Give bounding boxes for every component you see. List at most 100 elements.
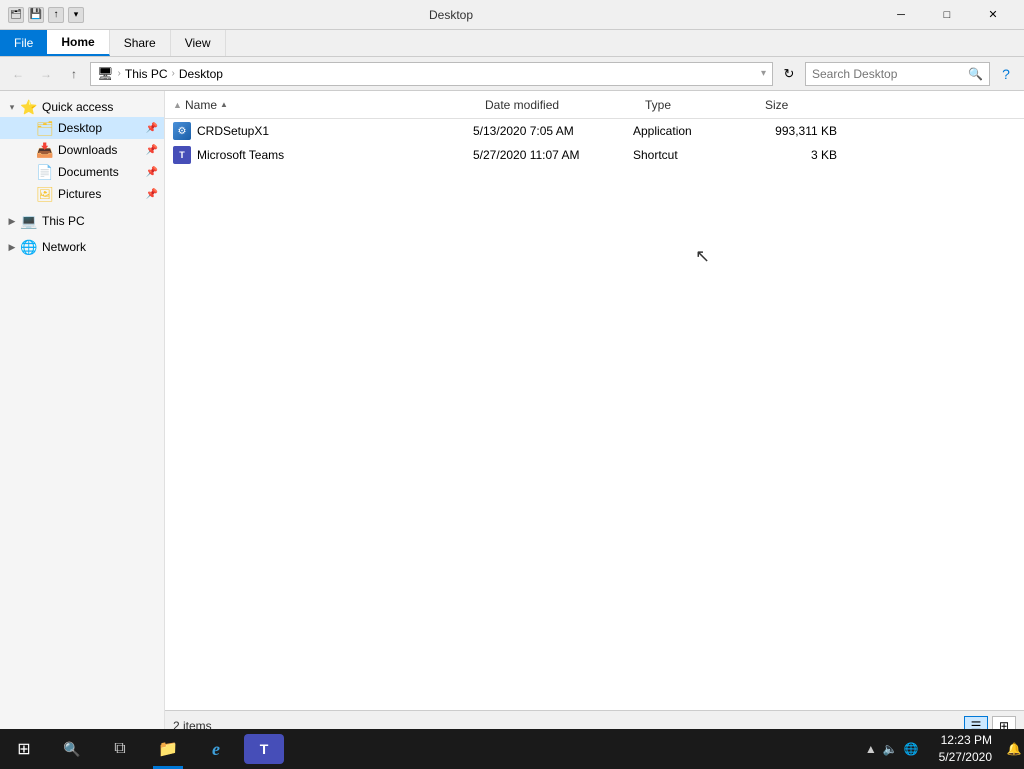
file-type-teams: Shortcut [633, 148, 753, 162]
systray-speaker-icon[interactable]: 🔈 [883, 742, 898, 756]
column-header-name[interactable]: Name ▲ [181, 94, 481, 116]
window-icon: 🗂 [8, 7, 24, 23]
sidebar-item-desktop[interactable]: 🗂 Desktop 📌 [0, 117, 164, 139]
sidebar-pictures-label: Pictures [58, 187, 101, 201]
systray-network-icon[interactable]: 🌐 [904, 742, 919, 756]
taskbar-clock[interactable]: 12:23 PM 5/27/2020 [927, 732, 1004, 766]
taskbar: ⊞ 🔍 ⧉ 📁 e T ▲ 🔈 🌐 12:23 PM 5/27/2020 🔔 [0, 729, 1024, 769]
search-bar[interactable]: 🔍 [805, 62, 990, 86]
search-icon: 🔍 [968, 67, 983, 81]
ribbon: File Home Share View [0, 30, 1024, 57]
desktop-pin-icon: 📌 [146, 123, 158, 134]
column-name-label: Name [185, 98, 217, 112]
sidebar-item-pictures[interactable]: 🖼 Pictures 📌 [0, 183, 164, 205]
network-chevron: ▶ [6, 241, 18, 253]
teams-icon: T [173, 146, 191, 164]
taskbar-taskview-button[interactable]: ⧉ [96, 729, 144, 769]
this-pc-icon: 💻 [20, 213, 38, 229]
close-button[interactable]: ✕ [970, 0, 1016, 30]
documents-folder-icon: 📄 [36, 164, 54, 180]
maximize-button[interactable]: □ [924, 0, 970, 30]
search-input[interactable] [812, 67, 968, 81]
column-header-date[interactable]: Date modified [481, 94, 641, 116]
pictures-folder-icon: 🖼 [36, 186, 54, 202]
notification-button[interactable]: 🔔 [1004, 729, 1024, 769]
path-separator-1: › [118, 68, 121, 79]
main-content: ▾ ⭐ Quick access 🗂 Desktop 📌 📥 Downloads… [0, 91, 1024, 740]
column-header-type[interactable]: Type [641, 94, 761, 116]
file-name-label-crdsetup: CRDSetupX1 [197, 124, 269, 138]
path-this-pc[interactable]: This PC [125, 67, 168, 81]
sidebar: ▾ ⭐ Quick access 🗂 Desktop 📌 📥 Downloads… [0, 91, 165, 740]
up-button[interactable]: ↑ [62, 62, 86, 86]
file-name-label-teams: Microsoft Teams [197, 148, 284, 162]
tab-home[interactable]: Home [47, 30, 109, 56]
sort-scroll-up[interactable]: ▲ [173, 100, 181, 110]
app-icon-crdsetup [173, 122, 191, 140]
sidebar-item-downloads[interactable]: 📥 Downloads 📌 [0, 139, 164, 161]
sidebar-item-documents[interactable]: 📄 Documents 📌 [0, 161, 164, 183]
path-icon: 🖥 [97, 66, 114, 82]
start-button[interactable]: ⊞ [0, 729, 48, 769]
documents-pin-icon: 📌 [146, 167, 158, 178]
file-date-crdsetup: 5/13/2020 7:05 AM [473, 124, 633, 138]
network-header[interactable]: ▶ 🌐 Network [0, 235, 164, 257]
sidebar-documents-label: Documents [58, 165, 119, 179]
clock-time: 12:23 PM [939, 732, 992, 749]
taskbar-search-button[interactable]: 🔍 [48, 729, 96, 769]
taskbar-teams-button[interactable]: T [244, 734, 284, 764]
file-date-teams: 5/27/2020 11:07 AM [473, 148, 633, 162]
file-list-header: ▲ Name ▲ Date modified Type Size [165, 91, 1024, 119]
sort-arrow-name: ▲ [220, 100, 228, 109]
file-type-crdsetup: Application [633, 124, 753, 138]
window-title: Desktop [24, 8, 878, 22]
taskbar-explorer-button[interactable]: 📁 [144, 729, 192, 769]
this-pc-header[interactable]: ▶ 💻 This PC [0, 209, 164, 231]
sidebar-desktop-label: Desktop [58, 121, 102, 135]
mouse-cursor: ↖ [695, 247, 1024, 265]
help-button[interactable]: ? [994, 62, 1018, 86]
this-pc-chevron: ▶ [6, 215, 18, 227]
address-dropdown-icon[interactable]: ▾ [761, 68, 766, 79]
ribbon-tabs: File Home Share View [0, 30, 1024, 56]
system-tray: ▲ 🔈 🌐 [857, 729, 927, 769]
column-header-size[interactable]: Size [761, 94, 861, 116]
column-type-label: Type [645, 98, 671, 112]
tab-share[interactable]: Share [110, 30, 171, 56]
file-name-crdsetup: CRDSetupX1 [173, 122, 473, 140]
tab-file[interactable]: File [0, 30, 47, 56]
address-bar[interactable]: 🖥 › This PC › Desktop ▾ [90, 62, 773, 86]
table-row[interactable]: T Microsoft Teams 5/27/2020 11:07 AM Sho… [165, 143, 1024, 167]
column-date-label: Date modified [485, 98, 559, 112]
path-desktop[interactable]: Desktop [179, 67, 223, 81]
file-size-teams: 3 KB [753, 148, 853, 162]
sidebar-downloads-label: Downloads [58, 143, 117, 157]
minimize-button[interactable]: ─ [878, 0, 924, 30]
systray-expand-icon[interactable]: ▲ [865, 742, 877, 756]
file-area: ▲ Name ▲ Date modified Type Size [165, 91, 1024, 740]
window-controls: ─ □ ✕ [878, 0, 1016, 30]
network-label: Network [42, 240, 86, 254]
quick-access-chevron: ▾ [6, 101, 18, 113]
network-icon: 🌐 [20, 239, 38, 255]
column-size-label: Size [765, 98, 788, 112]
downloads-pin-icon: 📌 [146, 145, 158, 156]
file-name-teams: T Microsoft Teams [173, 146, 473, 164]
navigation-bar: ← → ↑ 🖥 › This PC › Desktop ▾ ↻ 🔍 ? [0, 57, 1024, 91]
taskbar-edge-button[interactable]: e [192, 729, 240, 769]
pictures-pin-icon: 📌 [146, 189, 158, 200]
table-row[interactable]: CRDSetupX1 5/13/2020 7:05 AM Application… [165, 119, 1024, 143]
refresh-button[interactable]: ↻ [777, 62, 801, 86]
clock-date: 5/27/2020 [939, 749, 992, 766]
path-separator-2: › [172, 68, 175, 79]
file-size-crdsetup: 993,311 KB [753, 124, 853, 138]
tab-view[interactable]: View [171, 30, 226, 56]
quick-access-label: Quick access [42, 100, 113, 114]
quick-access-star-icon: ⭐ [20, 99, 38, 115]
file-list: CRDSetupX1 5/13/2020 7:05 AM Application… [165, 119, 1024, 710]
back-button[interactable]: ← [6, 62, 30, 86]
desktop-folder-icon: 🗂 [36, 120, 54, 136]
quick-access-header[interactable]: ▾ ⭐ Quick access [0, 95, 164, 117]
title-bar: 🗂 💾 ↑ ▾ Desktop ─ □ ✕ [0, 0, 1024, 30]
forward-button[interactable]: → [34, 62, 58, 86]
